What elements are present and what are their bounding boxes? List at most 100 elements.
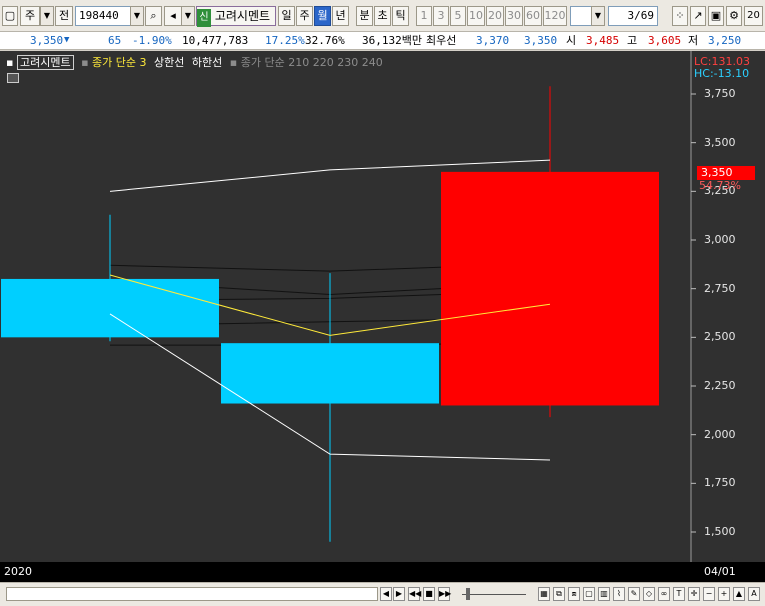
stop-icon[interactable]: ■ xyxy=(423,587,435,601)
low-label: 저 xyxy=(688,34,699,47)
interval-3-label: 3 xyxy=(437,9,445,22)
interval-3-button[interactable]: 3 xyxy=(433,6,449,26)
interval-10-button[interactable]: 10 xyxy=(467,6,485,26)
code-dropdown-icon[interactable]: ▼ xyxy=(130,6,144,26)
market-dropdown-icon[interactable]: ▼ xyxy=(40,6,54,26)
percent-change-tag: 54.73% xyxy=(699,179,741,192)
draw-icon[interactable]: ✎ xyxy=(628,587,640,601)
text-icon[interactable]: T xyxy=(673,587,685,601)
period-second-label: 초 xyxy=(377,9,388,22)
custom-interval-dropdown-icon[interactable]: ▼ xyxy=(591,6,605,26)
speaker-dropdown-icon[interactable]: ▼ xyxy=(181,6,195,26)
new-listing-badge: 신 xyxy=(197,9,211,27)
horizontal-scrollbar[interactable] xyxy=(6,587,378,601)
period-week-button[interactable]: 주 xyxy=(296,6,313,26)
high-label: 고 xyxy=(627,34,638,47)
legend-bullet-icon: ▪ xyxy=(6,56,14,69)
period-month-button[interactable]: 월 xyxy=(314,6,331,26)
x-axis-end-label: 04/01 xyxy=(704,565,736,578)
fast-forward-icon[interactable]: ▶▶ xyxy=(438,587,451,601)
stock-code-input[interactable]: 198440 xyxy=(75,6,131,26)
volume: 10,477,783 xyxy=(182,34,249,47)
y-tick-label: 1,750 xyxy=(704,476,736,490)
box-icon[interactable]: ▢ xyxy=(583,587,595,601)
interval-20-button[interactable]: 20 xyxy=(486,6,504,26)
scroll-left-icon[interactable]: ◀ xyxy=(380,587,392,601)
legend-ma-3[interactable]: 종가 단순 3 xyxy=(92,56,146,69)
speaker-icon[interactable]: ◂ xyxy=(164,6,182,26)
period-year-button[interactable]: 년 xyxy=(332,6,349,26)
down-arrow-icon: ▼ xyxy=(64,35,70,45)
chart-canvas[interactable] xyxy=(0,51,765,562)
interval-120-button[interactable]: 120 xyxy=(543,6,567,26)
y-tick-label: 2,250 xyxy=(704,379,736,392)
period-day-label: 일 xyxy=(281,9,292,22)
search-icon[interactable]: ⌕ xyxy=(145,6,162,26)
interval-1-label: 1 xyxy=(420,9,428,22)
market-select-label: 주 xyxy=(24,9,36,22)
interval-60-button[interactable]: 60 xyxy=(524,6,542,26)
period-tick-label: 틱 xyxy=(395,9,406,22)
x-axis-strip: 2020 04/01 xyxy=(0,562,765,582)
save-icon[interactable]: ▣ xyxy=(708,6,724,26)
period-month-label: 월 xyxy=(317,9,328,22)
y-tick-label: 2,500 xyxy=(704,330,736,344)
zoom-out-icon[interactable]: − xyxy=(703,587,715,601)
overlay-icon[interactable]: ⧈ xyxy=(568,587,580,601)
compare-icon[interactable]: ⁘ xyxy=(672,6,688,26)
copy-icon[interactable]: ⧉ xyxy=(553,587,565,601)
y-tick-label: 2,000 xyxy=(704,427,736,441)
table-grid-icon[interactable] xyxy=(7,73,19,83)
crosshair-icon[interactable]: ✛ xyxy=(688,587,700,601)
layout-icon[interactable]: ▦ xyxy=(538,587,550,601)
y-tick-label: 3,750 xyxy=(704,87,736,100)
current-price-tag: 3,350 xyxy=(697,166,755,180)
bar-chart-icon[interactable]: ▥ xyxy=(598,587,610,601)
period-second-button[interactable]: 초 xyxy=(374,6,391,26)
chart-control-bar: ◀ ▶ ◀◀ ■ ▶▶ ▦ ⧉ ⧈ ▢ ▥ ⌇ ✎ ◇ ∞ T ✛ − + ▲ … xyxy=(0,582,765,606)
legend-bullet-icon: ▪ xyxy=(229,56,238,69)
interval-1-button[interactable]: 1 xyxy=(416,6,432,26)
price-chart[interactable]: ▪ 고려시멘트 ▪ 종가 단순 3 상한선 하한선 ▪ 종가 단순 210 22… xyxy=(0,51,765,582)
mode-button-label: 전 xyxy=(58,9,70,22)
font-size-icon[interactable]: A xyxy=(748,587,760,601)
scroll-up-icon[interactable]: ▲ xyxy=(733,587,745,601)
line-chart-icon[interactable]: ⌇ xyxy=(613,587,625,601)
page-counter: 3/69 xyxy=(608,6,658,26)
window-menu-icon[interactable]: ▢ xyxy=(2,6,18,26)
candle-body xyxy=(441,171,659,406)
low-price: 3,250 xyxy=(708,34,742,47)
link-icon[interactable]: ∞ xyxy=(658,587,670,601)
custom-interval-input[interactable] xyxy=(570,6,592,26)
best-bid: 3,350 xyxy=(524,34,558,47)
legend-bullet-icon: ▪ xyxy=(81,56,89,69)
trend-tool-icon[interactable]: ↗ xyxy=(690,6,706,26)
y-tick-label: 2,750 xyxy=(704,281,736,295)
scroll-right-icon[interactable]: ▶ xyxy=(393,587,405,601)
period-day-button[interactable]: 일 xyxy=(278,6,295,26)
period-minute-button[interactable]: 분 xyxy=(356,6,373,26)
turnover-percent: 17.25% xyxy=(265,34,305,47)
interval-5-button[interactable]: 5 xyxy=(450,6,466,26)
market-select[interactable]: 주 xyxy=(20,6,40,26)
zoom-in-icon[interactable]: + xyxy=(718,587,730,601)
shape-icon[interactable]: ◇ xyxy=(643,587,655,601)
x-axis-start-label: 2020 xyxy=(4,565,32,578)
legend-stock-name[interactable]: 고려시멘트 xyxy=(16,55,74,70)
interval-30-button[interactable]: 30 xyxy=(505,6,523,26)
stock-name-box[interactable]: 신 고려시멘트 xyxy=(196,6,276,27)
speed-slider-handle[interactable] xyxy=(466,588,470,600)
mode-button[interactable]: 전 xyxy=(55,6,73,26)
settings-gear-icon[interactable]: ⚙ xyxy=(726,6,742,26)
candle-body xyxy=(1,278,219,338)
legend-ma-long-periods: 210 220 230 240 xyxy=(288,56,383,69)
legend-ma-long[interactable]: 종가 단순 xyxy=(241,56,285,69)
rewind-icon[interactable]: ◀◀ xyxy=(408,587,421,601)
legend-upper-band[interactable]: 상한선 xyxy=(154,56,184,69)
candle-body xyxy=(221,343,439,404)
interval-120-label: 120 xyxy=(544,9,566,22)
open-label: 시 xyxy=(566,34,577,47)
legend-lower-band[interactable]: 하한선 xyxy=(192,56,222,69)
period-tick-button[interactable]: 틱 xyxy=(392,6,409,26)
speed-slider[interactable] xyxy=(462,594,526,595)
